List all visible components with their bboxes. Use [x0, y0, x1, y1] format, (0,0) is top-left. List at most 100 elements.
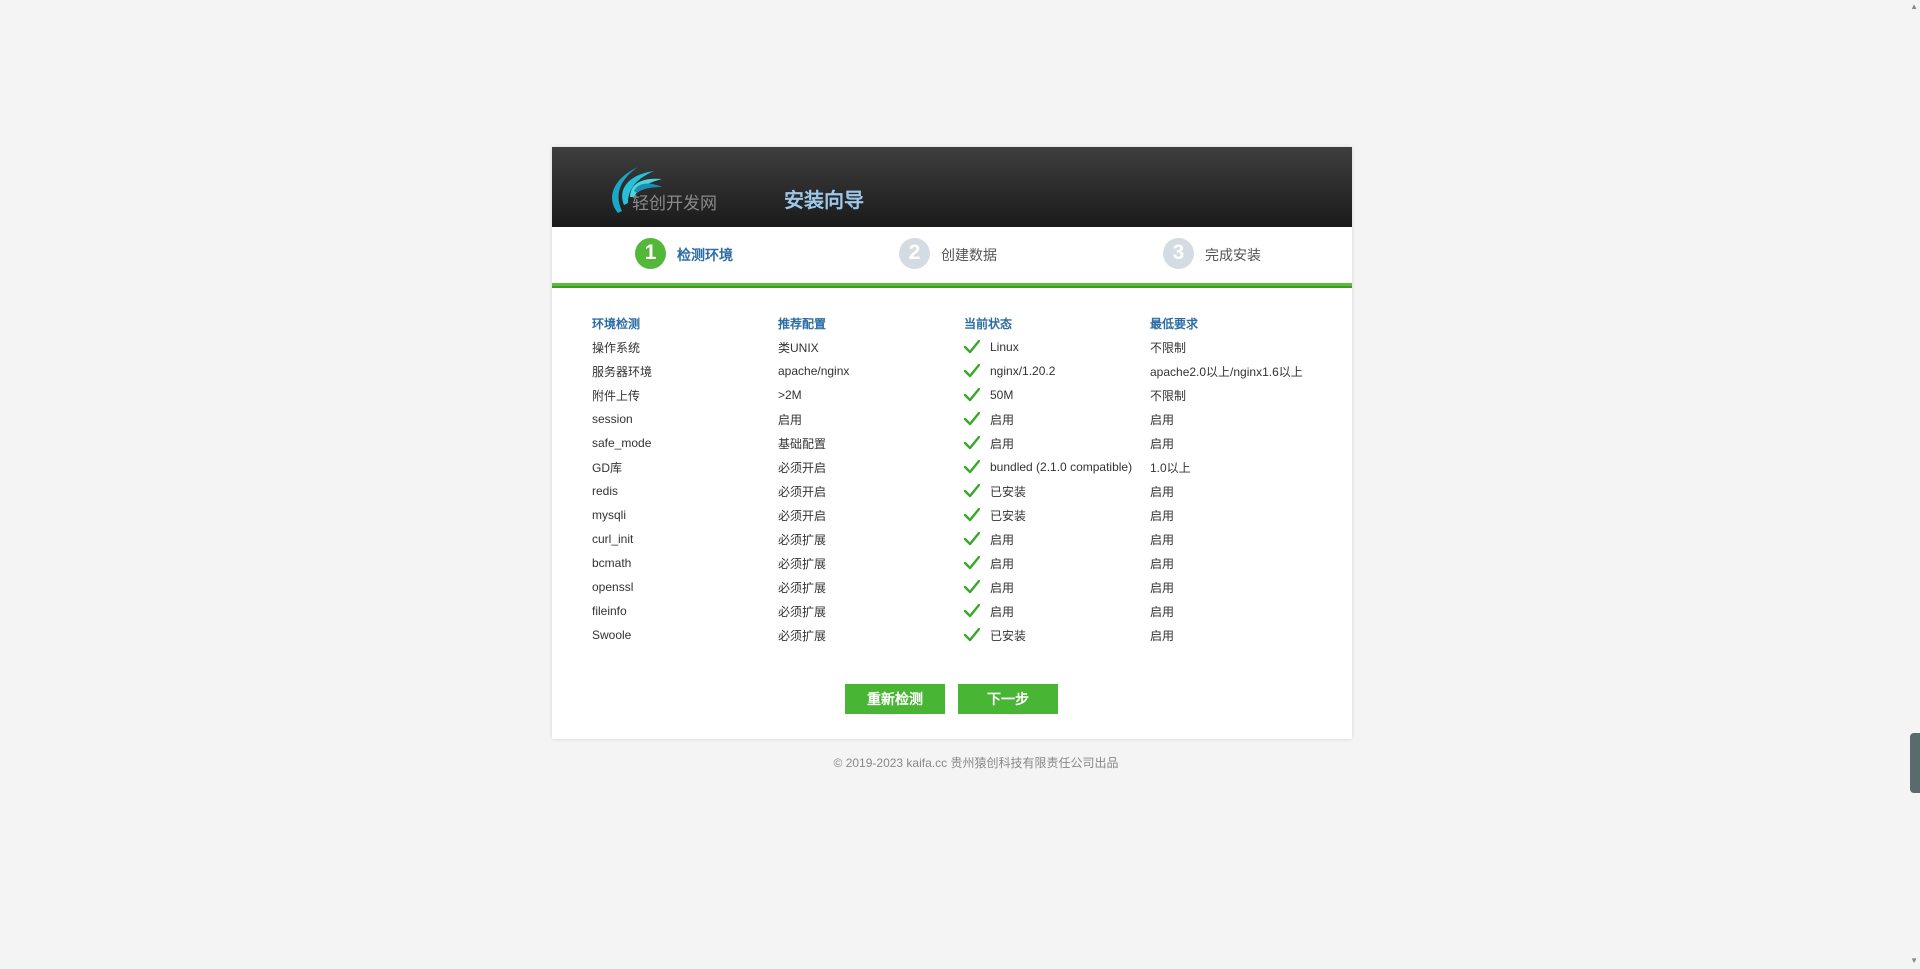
- check-item-cell: GD库: [592, 459, 778, 476]
- table-row: mysqli 必须开启 已安装 启用: [592, 503, 1332, 527]
- check-icon: [964, 364, 980, 378]
- recommended-config-cell: 必须扩展: [778, 555, 964, 572]
- check-item-cell: redis: [592, 484, 778, 498]
- check-icon: [964, 604, 980, 618]
- column-header: 当前状态: [964, 316, 1013, 331]
- check-icon: [964, 340, 980, 354]
- current-status-cell: 已安装: [964, 627, 1150, 644]
- table-row: session 启用 启用 启用: [592, 407, 1332, 431]
- step-check-environment: 1 检测环境: [635, 237, 733, 269]
- minimum-requirement-text: 启用: [1150, 604, 1175, 619]
- minimum-requirement-text: 启用: [1150, 556, 1175, 571]
- table-row: 附件上传 >2M 50M 不限制: [592, 383, 1332, 407]
- current-status-text: bundled (2.1.0 compatible): [990, 460, 1133, 474]
- step-number: 2: [899, 237, 930, 269]
- step-number: 3: [1163, 237, 1194, 269]
- table-header-row: 环境检测 推荐配置 当前状态 最低要求: [592, 311, 1332, 335]
- recommended-config-text: 基础配置: [778, 436, 827, 451]
- check-item-text: fileinfo: [592, 604, 627, 618]
- table-row: openssl 必须扩展 启用 启用: [592, 575, 1332, 599]
- current-status-cell: Linux: [964, 340, 1150, 354]
- wizard-header: 轻创开发网 安装向导: [552, 147, 1352, 227]
- recommended-config-cell: 必须扩展: [778, 603, 964, 620]
- minimum-requirement-cell: 不限制: [1150, 339, 1332, 356]
- minimum-requirement-cell: apache2.0以上/nginx1.6以上: [1150, 363, 1332, 380]
- current-status-text: nginx/1.20.2: [990, 364, 1056, 378]
- current-status-cell: bundled (2.1.0 compatible): [964, 460, 1150, 474]
- recommended-config-text: 必须开启: [778, 460, 827, 475]
- site-logo[interactable]: 轻创开发网: [604, 161, 744, 217]
- minimum-requirement-cell: 1.0以上: [1150, 459, 1332, 476]
- current-status-cell: 已安装: [964, 483, 1150, 500]
- minimum-requirement-cell: 启用: [1150, 435, 1332, 452]
- scroll-up-icon[interactable]: ▲: [1910, 2, 1918, 11]
- logo-text: 轻创开发网: [632, 194, 717, 214]
- recommended-config-text: 必须扩展: [778, 580, 827, 595]
- check-icon: [964, 628, 980, 642]
- current-status-cell: 启用: [964, 555, 1150, 572]
- step-label: 完成安装: [1205, 247, 1261, 263]
- current-status-text: 启用: [990, 580, 1015, 595]
- recommended-config-cell: 必须开启: [778, 459, 964, 476]
- check-icon: [964, 532, 980, 546]
- check-item-text: 服务器环境: [592, 364, 653, 379]
- recommended-config-text: 必须扩展: [778, 532, 827, 547]
- check-icon: [964, 508, 980, 522]
- next-step-button[interactable]: 下一步: [958, 684, 1058, 714]
- recommended-config-cell: 启用: [778, 411, 964, 428]
- current-status-cell: nginx/1.20.2: [964, 364, 1150, 378]
- check-item-text: mysqli: [592, 508, 627, 522]
- recommended-config-text: 启用: [778, 412, 803, 427]
- check-icon: [964, 484, 980, 498]
- current-status-cell: 启用: [964, 579, 1150, 596]
- check-item-cell: curl_init: [592, 532, 778, 546]
- check-icon: [964, 388, 980, 402]
- current-status-text: Linux: [990, 340, 1019, 354]
- table-row: redis 必须开启 已安装 启用: [592, 479, 1332, 503]
- current-status-cell: 启用: [964, 411, 1150, 428]
- table-row: bcmath 必须扩展 启用 启用: [592, 551, 1332, 575]
- column-header: 推荐配置: [778, 316, 827, 331]
- check-item-cell: mysqli: [592, 508, 778, 522]
- recommended-config-text: 必须开启: [778, 508, 827, 523]
- check-item-text: curl_init: [592, 532, 634, 546]
- recommended-config-text: >2M: [778, 388, 802, 402]
- check-item-cell: fileinfo: [592, 604, 778, 618]
- current-status-text: 启用: [990, 412, 1015, 427]
- check-icon: [964, 436, 980, 450]
- current-status-text: 启用: [990, 604, 1015, 619]
- step-label: 检测环境: [677, 247, 733, 263]
- check-icon: [964, 460, 980, 474]
- recommended-config-cell: 必须扩展: [778, 627, 964, 644]
- current-status-text: 已安装: [990, 484, 1027, 499]
- check-item-cell: Swoole: [592, 628, 778, 642]
- check-item-cell: bcmath: [592, 556, 778, 570]
- current-status-cell: 启用: [964, 435, 1150, 452]
- scroll-down-icon[interactable]: ▼: [1910, 956, 1918, 965]
- table-row: curl_init 必须扩展 启用 启用: [592, 527, 1332, 551]
- side-scroll-handle[interactable]: [1910, 733, 1920, 793]
- minimum-requirement-cell: 启用: [1150, 483, 1332, 500]
- recommended-config-cell: >2M: [778, 388, 964, 402]
- minimum-requirement-cell: 不限制: [1150, 387, 1332, 404]
- recommended-config-text: 必须开启: [778, 484, 827, 499]
- page: 轻创开发网 安装向导 1 检测环境 2 创建数据 3 完成安装 环境检测 推荐配…: [0, 0, 1920, 969]
- check-item-cell: 操作系统: [592, 339, 778, 356]
- table-row: Swoole 必须扩展 已安装 启用: [592, 623, 1332, 647]
- recommended-config-cell: 必须扩展: [778, 579, 964, 596]
- recommended-config-text: 必须扩展: [778, 556, 827, 571]
- check-item-text: GD库: [592, 460, 623, 475]
- check-icon: [964, 412, 980, 426]
- action-buttons: 重新检测 下一步: [845, 684, 1071, 714]
- current-status-cell: 启用: [964, 603, 1150, 620]
- check-item-cell: session: [592, 412, 778, 426]
- environment-check-table: 环境检测 推荐配置 当前状态 最低要求 操作系统 类UNIX Linux 不限制 服务器…: [592, 311, 1332, 647]
- check-item-text: safe_mode: [592, 436, 652, 450]
- recommended-config-text: 必须扩展: [778, 628, 827, 643]
- recheck-button[interactable]: 重新检测: [845, 684, 945, 714]
- current-status-text: 启用: [990, 556, 1015, 571]
- current-status-text: 已安装: [990, 508, 1027, 523]
- recommended-config-cell: 类UNIX: [778, 339, 964, 356]
- page-title: 安装向导: [784, 190, 864, 212]
- recommended-config-cell: 必须开启: [778, 483, 964, 500]
